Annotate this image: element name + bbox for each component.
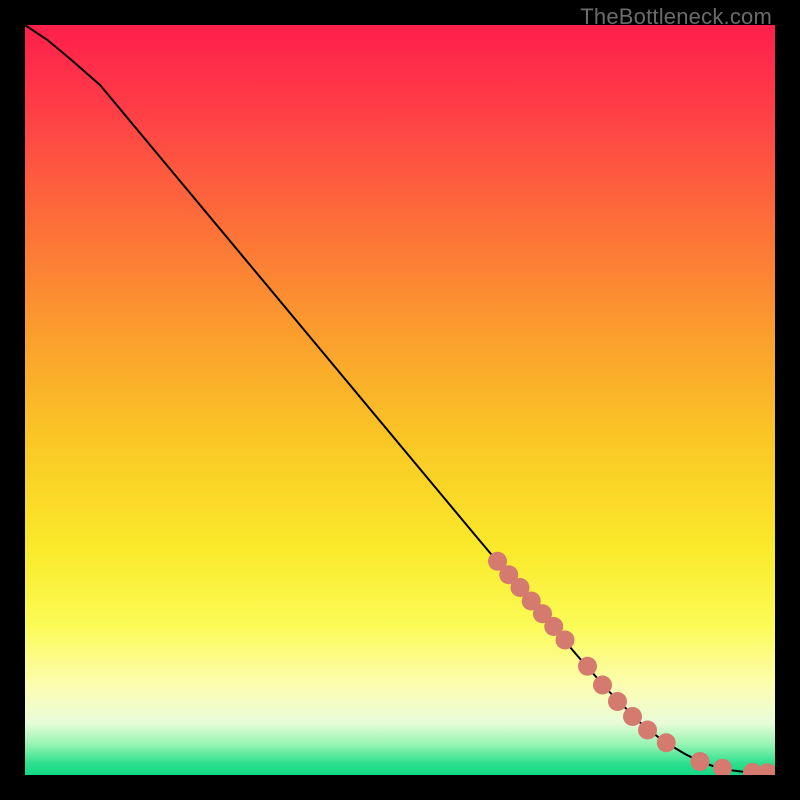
- data-marker: [578, 657, 597, 676]
- data-marker: [623, 707, 642, 726]
- data-marker: [657, 733, 676, 752]
- data-marker: [608, 692, 627, 711]
- bottleneck-chart: [25, 25, 775, 775]
- plot-background: [25, 25, 775, 775]
- data-marker: [556, 631, 575, 650]
- data-marker: [593, 676, 612, 695]
- data-marker: [638, 721, 657, 740]
- data-marker: [691, 752, 710, 771]
- chart-frame: TheBottleneck.com: [0, 0, 800, 800]
- watermark-text: TheBottleneck.com: [580, 4, 772, 30]
